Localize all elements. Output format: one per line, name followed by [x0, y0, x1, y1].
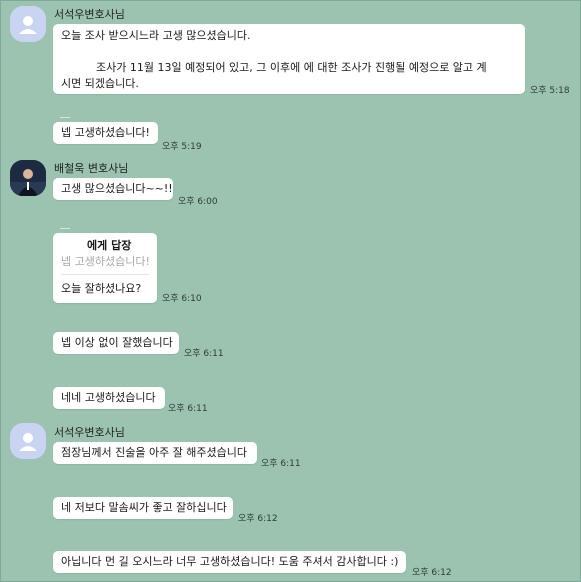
message-time: 오후 6:11 — [184, 349, 224, 359]
message-text: 시면 되겠습니다. — [61, 77, 139, 90]
sender-name: 배철욱 변호사님 — [54, 162, 129, 175]
message-time: 오후 6:00 — [178, 197, 218, 207]
message-text: 오늘 조사 받으시느라 고생 많으셨습니다. — [61, 29, 251, 42]
message-text: 고생 많으셨습니다~~!! — [61, 182, 173, 195]
message-time: 오후 6:11 — [168, 404, 208, 414]
message-text: 오늘 잘하셨나요? — [61, 282, 142, 295]
message-text: 조사가 11월 13일 예정되어 있고, 그 이후에 에 대한 조사가 진행될 … — [96, 61, 487, 74]
message-text: 네네 고생하셨습니다 — [61, 391, 156, 404]
message-time: 오후 6:10 — [162, 294, 202, 304]
message-bubble[interactable]: 아닙니다 먼 길 오시느라 너무 고생하셨습니다! 도움 주셔서 감사합니다 :… — [53, 551, 406, 573]
message-time: 오후 5:18 — [530, 86, 570, 96]
message-time: 오후 6:12 — [238, 514, 278, 524]
message-text: 네 저보다 말솜씨가 좋고 잘하십니다 — [61, 501, 227, 514]
message-text: 넵 이상 없이 잘했습니다 — [61, 336, 173, 349]
message-bubble[interactable]: 오늘 조사 받으시느라 고생 많으셨습니다. 조사가 11월 13일 예정되어 … — [53, 24, 525, 94]
message-text: 아닙니다 먼 길 오시느라 너무 고생하셨습니다! 도움 주셔서 감사합니다 :… — [61, 555, 399, 568]
message-bubble[interactable]: 넵 이상 없이 잘했습니다 — [53, 332, 179, 354]
message-text: 점장님께서 진술을 아주 잘 해주셨습니다 — [61, 446, 248, 459]
message-text: 넵 고생하셨습니다! — [61, 126, 150, 139]
message-bubble[interactable]: 네네 고생하셨습니다 — [53, 387, 165, 409]
user-avatar-icon[interactable] — [10, 423, 46, 459]
sender-name: 서석우변호사님 — [54, 426, 125, 439]
message-bubble[interactable]: 넵 고생하셨습니다! — [53, 122, 158, 144]
message-bubble[interactable]: 점장님께서 진술을 아주 잘 해주셨습니다 — [53, 442, 257, 464]
message-bubble[interactable]: 고생 많으셨습니다~~!! — [53, 178, 173, 200]
profile-photo-icon[interactable] — [10, 160, 46, 196]
message-bubble[interactable]: 네 저보다 말솜씨가 좋고 잘하십니다 — [53, 497, 233, 519]
user-avatar-icon[interactable] — [10, 6, 46, 42]
message-time: 오후 6:12 — [412, 568, 452, 578]
reply-quote: 넵 고생하셨습니다! — [61, 255, 150, 268]
message-time: 오후 6:11 — [261, 459, 301, 469]
reply-bubble[interactable]: 에게 답장 넵 고생하셨습니다! 오늘 잘하셨나요? — [53, 233, 157, 303]
message-time: 오후 5:19 — [162, 142, 202, 152]
divider — [60, 117, 70, 118]
divider — [60, 228, 70, 229]
reply-divider — [61, 274, 149, 275]
sender-name: 서석우변호사님 — [54, 8, 125, 21]
reply-header: 에게 답장 — [87, 239, 132, 252]
